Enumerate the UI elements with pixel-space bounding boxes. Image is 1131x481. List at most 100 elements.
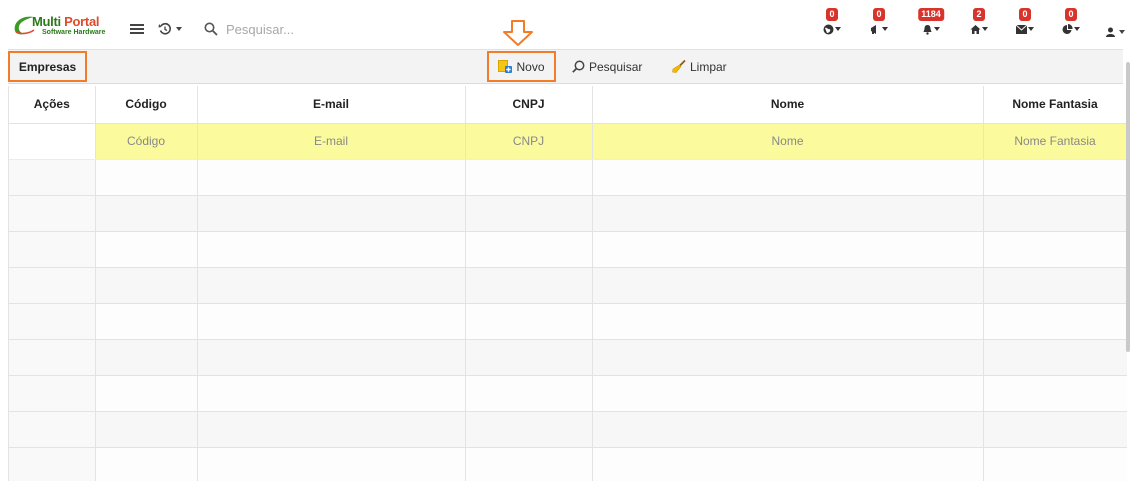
new-button[interactable]: Novo — [487, 51, 556, 82]
notif-badge: 1184 — [918, 8, 944, 21]
filter-row: Código E-mail CNPJ Nome Nome Fantasia — [9, 123, 1127, 160]
history-dropdown-button[interactable] — [158, 21, 182, 37]
app-logo[interactable]: Multi Portal Software Hardware — [12, 14, 108, 42]
table-cell — [95, 267, 198, 304]
search-button[interactable]: Pesquisar — [572, 51, 642, 82]
column-header-code[interactable]: Código — [95, 86, 198, 124]
table-cell — [983, 159, 1127, 196]
notif-reports[interactable]: 0 — [1058, 8, 1084, 38]
table-cell — [95, 339, 198, 376]
table-row[interactable] — [9, 159, 1127, 196]
table-cell — [197, 375, 466, 412]
page-title: Empresas — [8, 51, 87, 82]
filter-name-input[interactable]: Nome — [592, 123, 984, 160]
table-row[interactable] — [9, 447, 1127, 481]
megaphone-icon — [871, 24, 876, 34]
table-cell — [592, 159, 984, 196]
notif-announcements[interactable]: 0 — [866, 8, 892, 38]
broom-icon — [672, 60, 686, 73]
companies-table: Ações Código E-mail CNPJ Nome Nome Fanta… — [9, 86, 1127, 481]
table-cell — [95, 447, 198, 481]
clear-button[interactable]: Limpar — [672, 51, 727, 82]
table-cell — [592, 267, 984, 304]
table-cell — [983, 267, 1127, 304]
global-search[interactable] — [204, 20, 364, 38]
column-header-email[interactable]: E-mail — [197, 86, 466, 124]
table-cell — [9, 195, 96, 232]
table-row[interactable] — [9, 339, 1127, 376]
table-row[interactable] — [9, 267, 1127, 304]
column-header-cnpj[interactable]: CNPJ — [465, 86, 593, 124]
column-header-name[interactable]: Nome — [592, 86, 984, 124]
table-cell — [9, 339, 96, 376]
table-cell — [95, 159, 198, 196]
notif-badge: 0 — [1019, 8, 1031, 21]
table-cell — [95, 411, 198, 448]
table-cell — [95, 375, 198, 412]
filter-email-input[interactable]: E-mail — [197, 123, 466, 160]
new-document-icon — [498, 60, 513, 73]
table-cell — [465, 303, 593, 340]
logo-title-multi: Multi — [32, 14, 61, 29]
table-cell — [465, 159, 593, 196]
table-cell — [9, 159, 96, 196]
notif-badge: 0 — [1065, 8, 1077, 21]
notif-home[interactable]: 2 — [966, 8, 992, 38]
table-cell — [465, 447, 593, 481]
companies-grid: Ações Código E-mail CNPJ Nome Nome Fanta… — [8, 86, 1127, 481]
table-row[interactable] — [9, 375, 1127, 412]
table-cell — [465, 267, 593, 304]
chevron-down-icon — [934, 27, 940, 31]
table-cell — [9, 231, 96, 268]
table-cell — [197, 339, 466, 376]
clear-button-label: Limpar — [690, 59, 727, 74]
home-icon — [970, 24, 981, 34]
notif-alerts[interactable]: 1184 — [916, 8, 946, 38]
filter-trade-name-input[interactable]: Nome Fantasia — [983, 123, 1127, 160]
table-cell — [197, 303, 466, 340]
table-cell — [592, 411, 984, 448]
filter-cnpj-input[interactable]: CNPJ — [465, 123, 593, 160]
notif-messages[interactable]: 0 — [1012, 8, 1038, 38]
column-header-trade-name[interactable]: Nome Fantasia — [983, 86, 1127, 124]
top-navbar: Multi Portal Software Hardware 0 — [0, 0, 1131, 46]
chart-pie-icon — [1062, 23, 1073, 34]
envelope-icon — [1016, 24, 1027, 34]
table-cell — [983, 303, 1127, 340]
search-input[interactable] — [226, 21, 346, 37]
table-cell — [592, 447, 984, 481]
table-cell — [983, 447, 1127, 481]
table-cell — [9, 447, 96, 481]
table-row[interactable] — [9, 195, 1127, 232]
table-cell — [592, 375, 984, 412]
table-cell — [592, 231, 984, 268]
notif-badge: 0 — [873, 8, 885, 21]
arrow-down-icon — [503, 20, 533, 46]
menu-toggle-button[interactable] — [130, 21, 144, 37]
filter-cell-actions — [9, 123, 96, 160]
table-cell — [197, 195, 466, 232]
table-cell — [9, 267, 96, 304]
bell-icon — [923, 24, 932, 35]
new-button-label: Novo — [516, 59, 545, 74]
notif-badge: 2 — [973, 8, 985, 21]
table-cell — [9, 375, 96, 412]
table-cell — [983, 231, 1127, 268]
table-row[interactable] — [9, 411, 1127, 448]
table-row[interactable] — [9, 231, 1127, 268]
table-cell — [983, 339, 1127, 376]
search-icon — [204, 22, 218, 36]
table-row[interactable] — [9, 303, 1127, 340]
table-cell — [95, 195, 198, 232]
filter-code-input[interactable]: Código — [95, 123, 198, 160]
notif-badge: 0 — [826, 8, 838, 21]
user-menu-button[interactable] — [1106, 24, 1125, 40]
column-header-actions[interactable]: Ações — [9, 86, 96, 124]
chevron-down-icon — [176, 27, 182, 31]
table-cell — [197, 159, 466, 196]
table-cell — [983, 411, 1127, 448]
notif-globe[interactable]: 0 — [819, 8, 845, 38]
vertical-scrollbar[interactable] — [1126, 62, 1130, 352]
chevron-down-icon — [835, 27, 841, 31]
table-cell — [592, 339, 984, 376]
